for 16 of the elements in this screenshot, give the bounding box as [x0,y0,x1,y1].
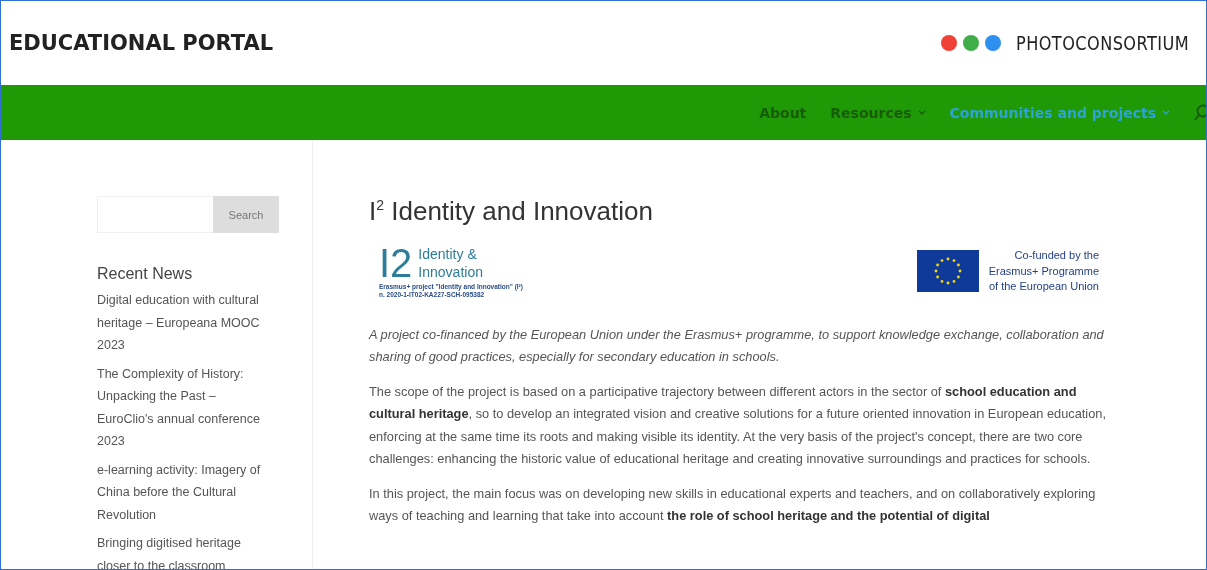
site-title[interactable]: EDUCATIONAL PORTAL [9,31,274,55]
intro-paragraph: A project co-financed by the European Union under the Erasmus+ programme, to support knowledge exchange, collaboration and sharing of good practices, especially for secondary education in schools. [369,325,1105,367]
body-paragraph: The scope of the project is based on a participative trajectory between different actors in the sector of school education and cultural heritage, so to develop an integrated vision and creative solutions for a future oriented innovation in European education, enforcing at the same time its roots and making visible its identity. At the very basis of the project's concept, there are two core challenges: enhancing the historic value of educational heritage and creating innovative surroundings and practices for schools. [369,382,1107,469]
search-field[interactable] [97,196,213,233]
news-link[interactable]: e-learning activity: Imagery of China before the Cultural Revolution [97,458,275,526]
logo-mark: I2 [379,243,413,283]
news-link[interactable]: Bringing digitised heritage closer to the classroom [97,532,275,569]
eu-funding-notice: Co-funded by the Erasmus+ Programme of the European Union [988,248,1099,295]
brand-name: PHOTOCONSORTIUM [1016,32,1190,54]
article-title: I$^{2}$ Identity and Innovation [369,196,654,227]
eu-flag-icon [916,250,979,293]
news-link[interactable]: Digital education with cultural heritage – Europeana MOOC 2023 [97,289,275,357]
body-paragraph: In this project, the main focus was on developing new skills in educational experts and teachers, and on collaboratively exploring ways of teaching and learning that take into account the role of school heritage and the potential of digital [369,484,1097,526]
logo-name: Identity & Innovation [418,244,483,282]
search-icon[interactable] [1194,103,1206,122]
recent-news-heading: Recent News [97,265,194,283]
